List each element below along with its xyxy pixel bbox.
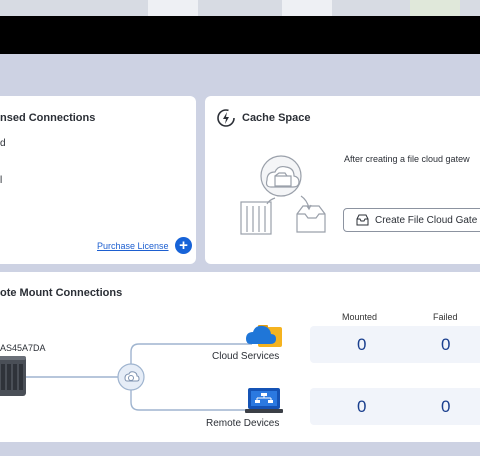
- laptop-network-icon: [245, 387, 283, 420]
- cloud-mounted-count: 0: [357, 335, 367, 354]
- cloud-services-label: Cloud Services: [212, 351, 280, 362]
- cloud-services-stats: [310, 326, 480, 363]
- remote-mounted-count: 0: [357, 397, 367, 416]
- cloud-folder-icon: [244, 319, 284, 354]
- remote-devices-label: Remote Devices: [206, 418, 280, 429]
- remote-devices-stats: [310, 388, 480, 425]
- remote-failed-count: 0: [441, 397, 451, 416]
- gateway-hub-icon: [117, 363, 145, 396]
- cloud-failed-count: 0: [441, 335, 451, 354]
- mounted-column-header: Mounted: [342, 312, 378, 322]
- failed-column-header: Failed: [433, 312, 458, 322]
